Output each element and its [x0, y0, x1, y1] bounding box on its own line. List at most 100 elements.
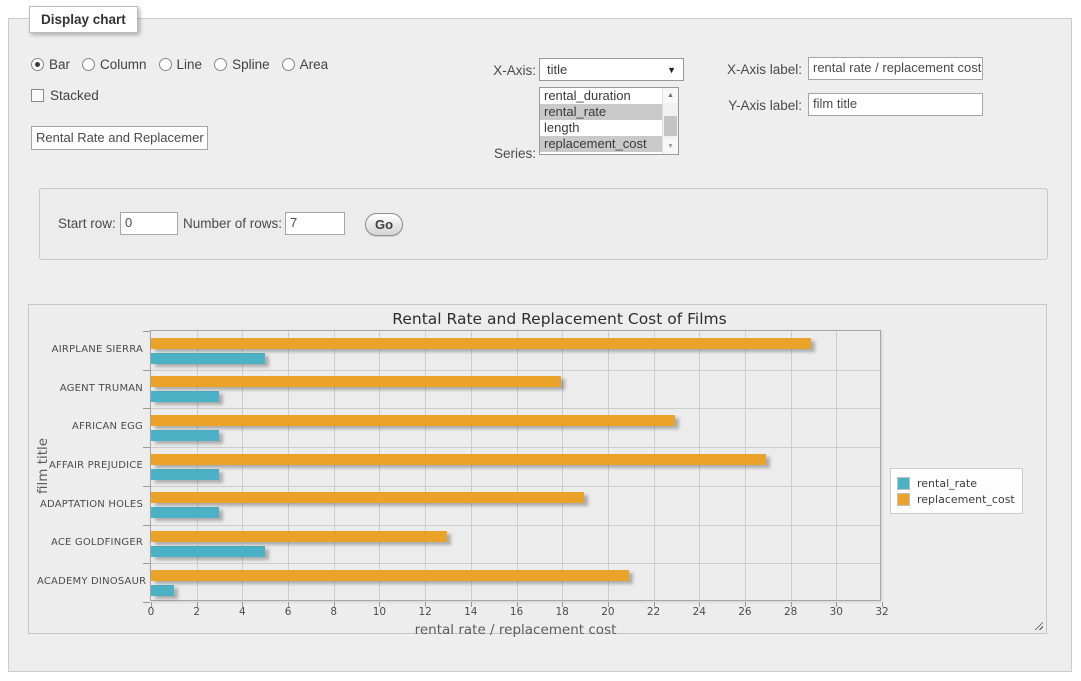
x-tick-label: 4 — [229, 606, 255, 618]
x-gridline — [379, 331, 380, 600]
y-tick-mark — [143, 486, 150, 487]
x-tick-label: 18 — [549, 606, 575, 618]
category-label: ACE GOLDFINGER — [37, 537, 143, 548]
x-gridline — [517, 331, 518, 600]
radio-icon[interactable] — [214, 58, 227, 71]
chart-type-radio-group: Bar Column Line Spline Area — [31, 57, 328, 72]
x-gridline — [836, 331, 837, 600]
bar-rental_rate — [151, 546, 265, 557]
bar-replacement_cost — [151, 531, 447, 542]
chart-type-option-spline[interactable]: Spline — [214, 57, 270, 72]
series-option-rental_duration[interactable]: rental_duration — [540, 88, 662, 104]
x-gridline — [562, 331, 563, 600]
bar-replacement_cost — [151, 570, 629, 581]
series-option-replacement_cost[interactable]: replacement_cost — [540, 136, 662, 152]
y-tick-mark — [143, 408, 150, 409]
x-gridline — [288, 331, 289, 600]
x-axis-label-field-label: X-Axis label: — [651, 62, 802, 77]
x-tick-label: 16 — [504, 606, 530, 618]
chart-title-input[interactable]: Rental Rate and Replacemer — [31, 126, 208, 150]
bar-rental_rate — [151, 391, 219, 402]
bar-rental_rate — [151, 469, 219, 480]
y-gridline — [151, 525, 880, 526]
y-tick-mark — [143, 370, 150, 371]
plot-area — [150, 330, 881, 601]
x-tick-label: 22 — [641, 606, 667, 618]
y-axis-label-input[interactable]: film title — [808, 93, 983, 116]
number-of-rows-label: Number of rows: — [183, 216, 282, 231]
bar-rental_rate — [151, 507, 219, 518]
chart-type-option-line[interactable]: Line — [159, 57, 203, 72]
y-tick-mark — [143, 602, 150, 603]
y-tick-mark — [143, 447, 150, 448]
y-gridline — [151, 370, 880, 371]
bar-rental_rate — [151, 353, 265, 364]
number-of-rows-input[interactable]: 7 — [285, 212, 345, 235]
x-gridline — [242, 331, 243, 600]
resize-grip-icon[interactable] — [1032, 619, 1043, 630]
x-gridline — [425, 331, 426, 600]
x-axis-select-label: X-Axis: — [383, 63, 536, 78]
radio-icon[interactable] — [82, 58, 95, 71]
scroll-down-icon[interactable]: ▼ — [663, 139, 678, 154]
category-label: AFFAIR PREJUDICE — [37, 460, 143, 471]
bar-replacement_cost — [151, 415, 675, 426]
x-tick-label: 32 — [869, 606, 895, 618]
fieldset-legend: Display chart — [29, 6, 138, 33]
legend-label: rental_rate — [917, 477, 977, 490]
radio-icon[interactable] — [31, 58, 44, 71]
x-tick-label: 6 — [275, 606, 301, 618]
category-label: ADAPTATION HOLES — [37, 499, 143, 510]
go-button[interactable]: Go — [365, 213, 403, 236]
legend-entry: replacement_cost — [897, 492, 1015, 506]
bar-replacement_cost — [151, 492, 584, 503]
x-gridline — [197, 331, 198, 600]
stacked-checkbox[interactable] — [31, 89, 44, 102]
series-option-length[interactable]: length — [540, 120, 662, 136]
legend-label: replacement_cost — [917, 493, 1015, 506]
bar-rental_rate — [151, 430, 219, 441]
start-row-input[interactable]: 0 — [120, 212, 178, 235]
chart-title: Rental Rate and Replacement Cost of Film… — [73, 310, 1046, 328]
stacked-option[interactable]: Stacked — [31, 88, 99, 103]
chart-type-option-label: Area — [300, 57, 329, 72]
x-axis-title: rental rate / replacement cost — [150, 622, 881, 638]
x-gridline — [471, 331, 472, 600]
chart-type-option-label: Spline — [232, 57, 270, 72]
chart-type-option-column[interactable]: Column — [82, 57, 147, 72]
category-label: AIRPLANE SIERRA — [37, 344, 143, 355]
chart-type-option-bar[interactable]: Bar — [31, 57, 70, 72]
x-tick-label: 30 — [823, 606, 849, 618]
bar-replacement_cost — [151, 454, 766, 465]
x-gridline — [608, 331, 609, 600]
scrollbar-thumb[interactable] — [664, 116, 677, 136]
series-select-label: Series: — [383, 146, 536, 161]
x-tick-label: 2 — [184, 606, 210, 618]
legend-swatch-rental_rate — [897, 477, 910, 490]
y-tick-mark — [143, 563, 150, 564]
x-tick-label: 12 — [412, 606, 438, 618]
x-tick-label: 20 — [595, 606, 621, 618]
display-chart-fieldset: Display chart BarColumnLineSplineArea St… — [8, 18, 1072, 672]
legend-swatch-replacement_cost — [897, 493, 910, 506]
bar-rental_rate — [151, 585, 174, 596]
series-options: rental_durationrental_ratelengthreplacem… — [540, 88, 662, 152]
y-tick-mark — [143, 331, 150, 332]
x-tick-label: 10 — [366, 606, 392, 618]
x-axis-label-input[interactable]: rental rate / replacement cost — [808, 57, 983, 80]
x-tick-label: 24 — [686, 606, 712, 618]
category-label: AFRICAN EGG — [37, 421, 143, 432]
bar-replacement_cost — [151, 338, 811, 349]
category-label: ACADEMY DINOSAUR — [37, 576, 143, 587]
series-option-rental_rate[interactable]: rental_rate — [540, 104, 662, 120]
chart-type-option-area[interactable]: Area — [282, 57, 329, 72]
category-label: AGENT TRUMAN — [37, 383, 143, 394]
x-gridline — [791, 331, 792, 600]
chart-type-option-label: Bar — [49, 57, 70, 72]
radio-icon[interactable] — [159, 58, 172, 71]
x-tick-label: 28 — [778, 606, 804, 618]
legend-entry: rental_rate — [897, 476, 1015, 490]
radio-icon[interactable] — [282, 58, 295, 71]
chart-area: Rental Rate and Replacement Cost of Film… — [28, 304, 1047, 634]
stacked-label: Stacked — [50, 88, 99, 103]
